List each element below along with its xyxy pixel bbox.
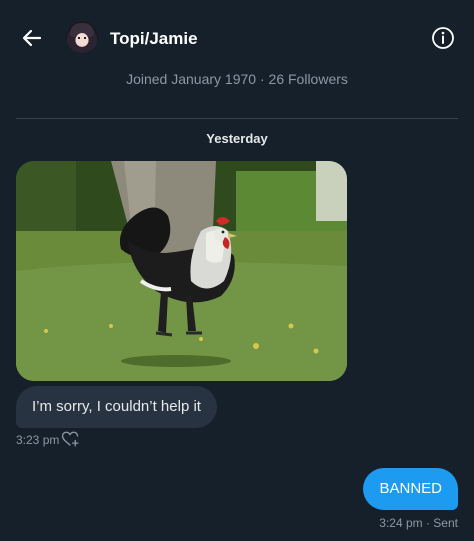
back-arrow-icon[interactable] — [20, 26, 44, 50]
outgoing-message-bubble[interactable]: BANNED — [363, 468, 458, 510]
incoming-message-bubble[interactable]: I’m sorry, I couldn’t help it — [16, 386, 217, 428]
rooster-photo[interactable] — [16, 161, 347, 381]
outgoing-message-status: 3:24 pm · Sent — [379, 516, 458, 530]
avatar-face — [76, 33, 88, 45]
conversation-title[interactable]: Topi/Jamie — [110, 29, 198, 49]
info-icon[interactable] — [431, 26, 455, 50]
day-label: Yesterday — [206, 131, 268, 146]
conversation-header: Topi/Jamie — [0, 0, 474, 78]
avatar[interactable] — [66, 21, 98, 53]
followers-count[interactable]: 26 Followers — [269, 71, 348, 87]
incoming-message-time: 3:23 pm — [16, 433, 60, 447]
divider — [16, 118, 458, 119]
add-reaction-heart-icon[interactable] — [61, 430, 79, 448]
meta-separator: · — [259, 71, 265, 87]
profile-meta: Joined January 1970 · 26 Followers — [0, 71, 474, 87]
avatar-eyes — [78, 37, 86, 39]
joined-date: Joined January 1970 — [126, 71, 257, 87]
